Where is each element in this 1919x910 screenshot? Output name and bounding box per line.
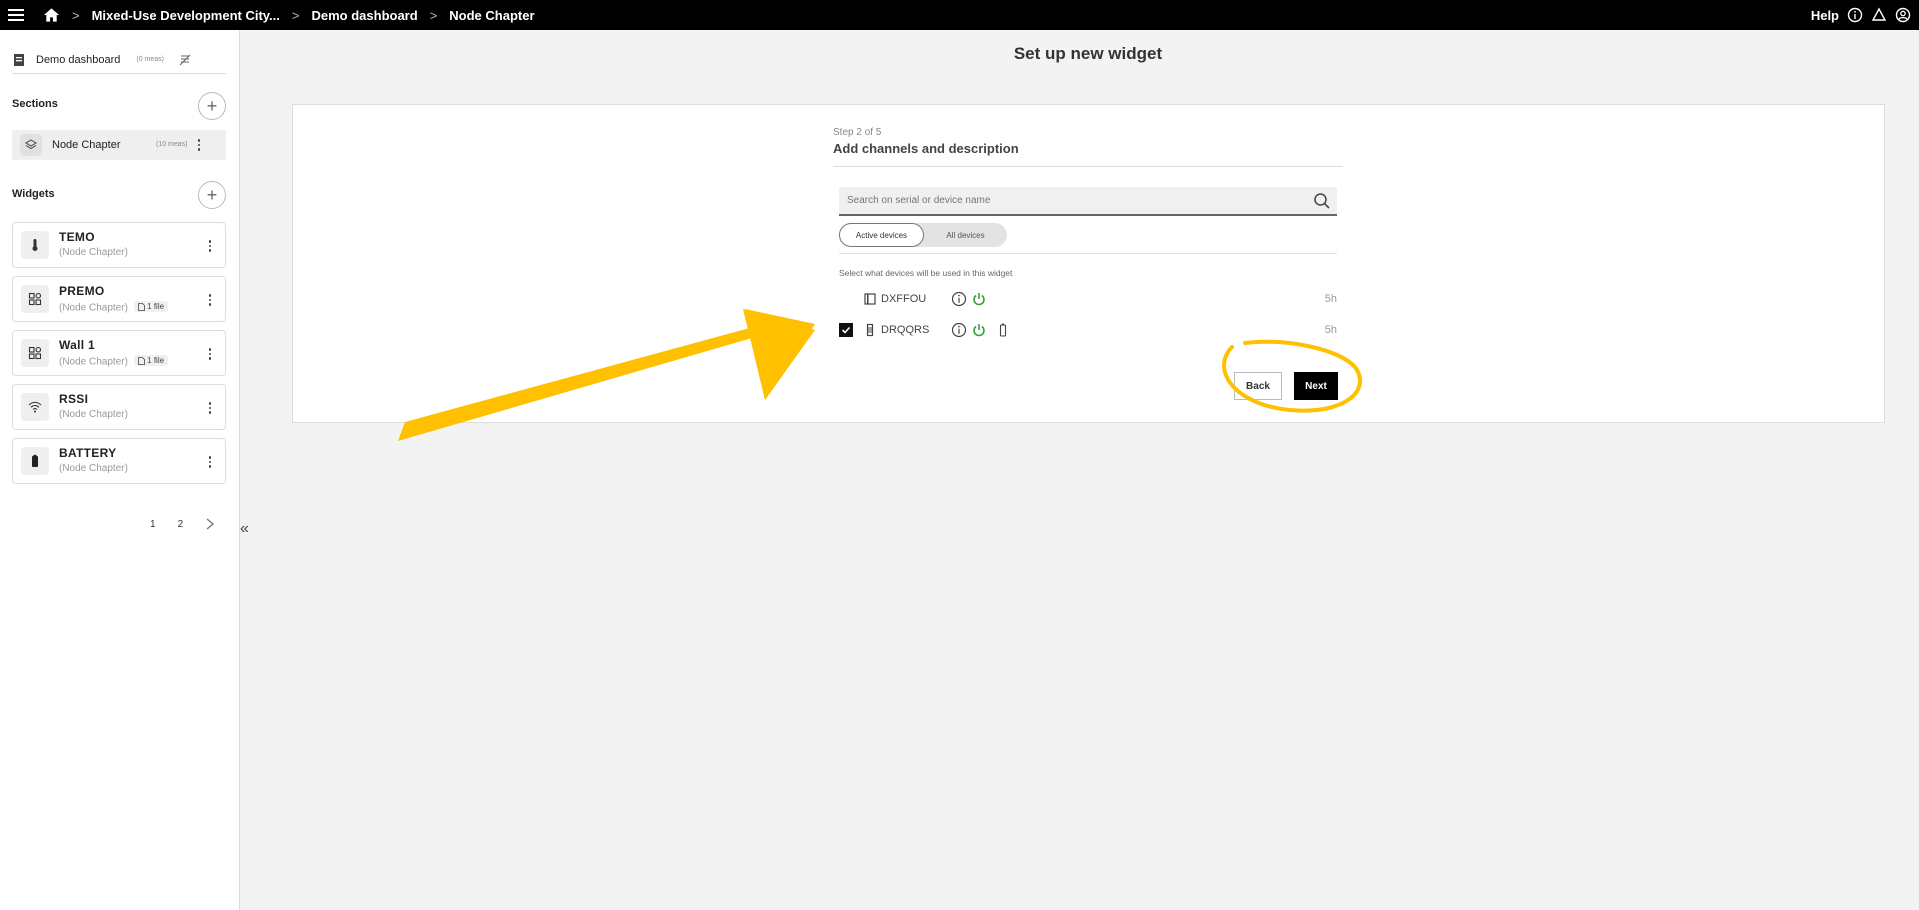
sensor-device-icon — [866, 323, 874, 337]
widget-subtitle: (Node Chapter) — [59, 247, 128, 258]
widget-more-icon[interactable] — [203, 456, 217, 468]
grid-icon — [21, 285, 49, 313]
gateway-device-icon — [864, 293, 876, 305]
active-devices-tab[interactable]: Active devices — [839, 223, 924, 247]
sidebar-section-item[interactable]: Node Chapter (10 meas) — [12, 130, 226, 160]
grid-icon — [21, 339, 49, 367]
widget-name: PREMO — [59, 284, 105, 298]
breadcrumb-separator: > — [291, 7, 300, 23]
info-icon[interactable] — [1847, 7, 1863, 23]
widget-item[interactable]: Wall 1 (Node Chapter) 1 file — [12, 330, 226, 376]
section-title: Node Chapter — [52, 139, 121, 151]
widget-item[interactable]: RSSI (Node Chapter) — [12, 384, 226, 430]
file-count: 1 file — [147, 356, 165, 365]
device-row[interactable]: DXFFOU 5h — [839, 288, 1337, 310]
device-search-input[interactable] — [845, 194, 1313, 207]
battery-status-icon — [999, 323, 1007, 337]
power-status-icon — [973, 324, 985, 337]
device-last-seen: 5h — [1324, 324, 1337, 336]
device-row[interactable]: DRQQRS 5h — [839, 319, 1337, 341]
sidebar-dashboard-header[interactable]: Demo dashboard (0 meas) — [12, 50, 226, 74]
device-filter-toggle: Active devices All devices — [839, 223, 1007, 247]
collapse-sidebar-icon[interactable]: « — [240, 520, 249, 538]
widget-subtitle: (Node Chapter) — [59, 409, 128, 420]
edit-layout-icon[interactable] — [178, 53, 192, 67]
section-meas-count: (10 meas) — [156, 141, 188, 148]
user-account-icon[interactable] — [1895, 7, 1911, 23]
widget-item[interactable]: TEMO (Node Chapter) — [12, 222, 226, 268]
alert-bell-icon[interactable] — [1871, 7, 1887, 23]
widget-subtitle: (Node Chapter) 1 file — [59, 301, 169, 314]
widgets-heading: Widgets — [12, 188, 55, 200]
widget-name: Wall 1 — [59, 338, 96, 352]
breadcrumb-section[interactable]: Node Chapter — [449, 8, 534, 23]
device-serial: DXFFOU — [881, 293, 927, 305]
page-1-link[interactable]: 1 — [150, 519, 156, 530]
add-section-button[interactable]: + — [198, 92, 226, 120]
breadcrumb-dashboard[interactable]: Demo dashboard — [312, 8, 418, 23]
widget-more-icon[interactable] — [203, 348, 217, 360]
file-badge: 1 file — [133, 355, 169, 366]
dashboard-icon — [14, 53, 24, 66]
widget-name: TEMO — [59, 230, 95, 244]
step-title: Add channels and description — [833, 141, 1019, 156]
widget-name: RSSI — [59, 392, 89, 406]
widget-section: (Node Chapter) — [59, 302, 128, 314]
widget-more-icon[interactable] — [203, 240, 217, 252]
device-selection-hint: Select what devices will be used in this… — [839, 268, 1013, 278]
breadcrumb-separator: > — [72, 7, 80, 23]
widget-section: (Node Chapter) — [59, 356, 128, 368]
all-devices-tab[interactable]: All devices — [924, 223, 1007, 247]
wifi-icon — [21, 393, 49, 421]
hamburger-menu-icon[interactable] — [8, 9, 24, 21]
device-search-box — [839, 187, 1337, 216]
sidebar: Demo dashboard (0 meas) Sections + Node … — [0, 30, 240, 910]
device-info-icon[interactable] — [951, 291, 967, 307]
battery-icon — [21, 447, 49, 475]
widget-section: (Node Chapter) — [59, 463, 128, 474]
device-checkbox[interactable] — [839, 323, 853, 337]
device-info-icon[interactable] — [951, 322, 967, 338]
breadcrumb-project[interactable]: Mixed-Use Development City... — [92, 8, 280, 23]
power-status-icon — [973, 293, 985, 306]
page-title: Set up new widget — [1013, 44, 1163, 63]
file-count: 1 file — [147, 302, 165, 311]
device-last-seen: 5h — [1324, 293, 1337, 305]
divider — [833, 166, 1343, 167]
dashboard-title: Demo dashboard — [36, 53, 121, 66]
widget-name: BATTERY — [59, 446, 117, 460]
file-badge: 1 file — [133, 301, 169, 312]
widget-item[interactable]: BATTERY (Node Chapter) — [12, 438, 226, 484]
help-link[interactable]: Help — [1811, 8, 1839, 23]
search-icon[interactable] — [1313, 192, 1331, 210]
widget-item[interactable]: PREMO (Node Chapter) 1 file — [12, 276, 226, 322]
wizard-panel — [292, 104, 1885, 423]
divider — [839, 253, 1337, 254]
page-2-link[interactable]: 2 — [178, 519, 184, 530]
widget-section: (Node Chapter) — [59, 409, 128, 420]
file-icon — [138, 356, 145, 365]
widget-section: (Node Chapter) — [59, 247, 128, 258]
checkmark-icon — [841, 326, 851, 334]
thermometer-icon — [21, 231, 49, 259]
add-widget-button[interactable]: + — [198, 181, 226, 209]
dashboard-meas-count: (0 meas) — [136, 56, 165, 63]
sections-heading: Sections — [12, 98, 58, 110]
top-nav-bar: > Mixed-Use Development City... > Demo d… — [0, 0, 1919, 30]
widget-more-icon[interactable] — [203, 294, 217, 306]
home-icon[interactable] — [43, 7, 60, 23]
next-button[interactable]: Next — [1294, 372, 1338, 400]
file-icon — [138, 302, 145, 311]
step-indicator: Step 2 of 5 — [833, 127, 882, 138]
widget-more-icon[interactable] — [203, 402, 217, 414]
widget-subtitle: (Node Chapter) — [59, 463, 128, 474]
pagination: 1 2 — [150, 518, 215, 530]
widget-subtitle: (Node Chapter) 1 file — [59, 355, 169, 368]
back-button[interactable]: Back — [1234, 372, 1282, 400]
device-serial: DRQQRS — [881, 324, 930, 336]
next-page-icon[interactable] — [205, 518, 215, 530]
breadcrumb-separator: > — [429, 7, 438, 23]
layers-icon — [20, 134, 42, 156]
section-more-icon[interactable] — [192, 139, 206, 151]
